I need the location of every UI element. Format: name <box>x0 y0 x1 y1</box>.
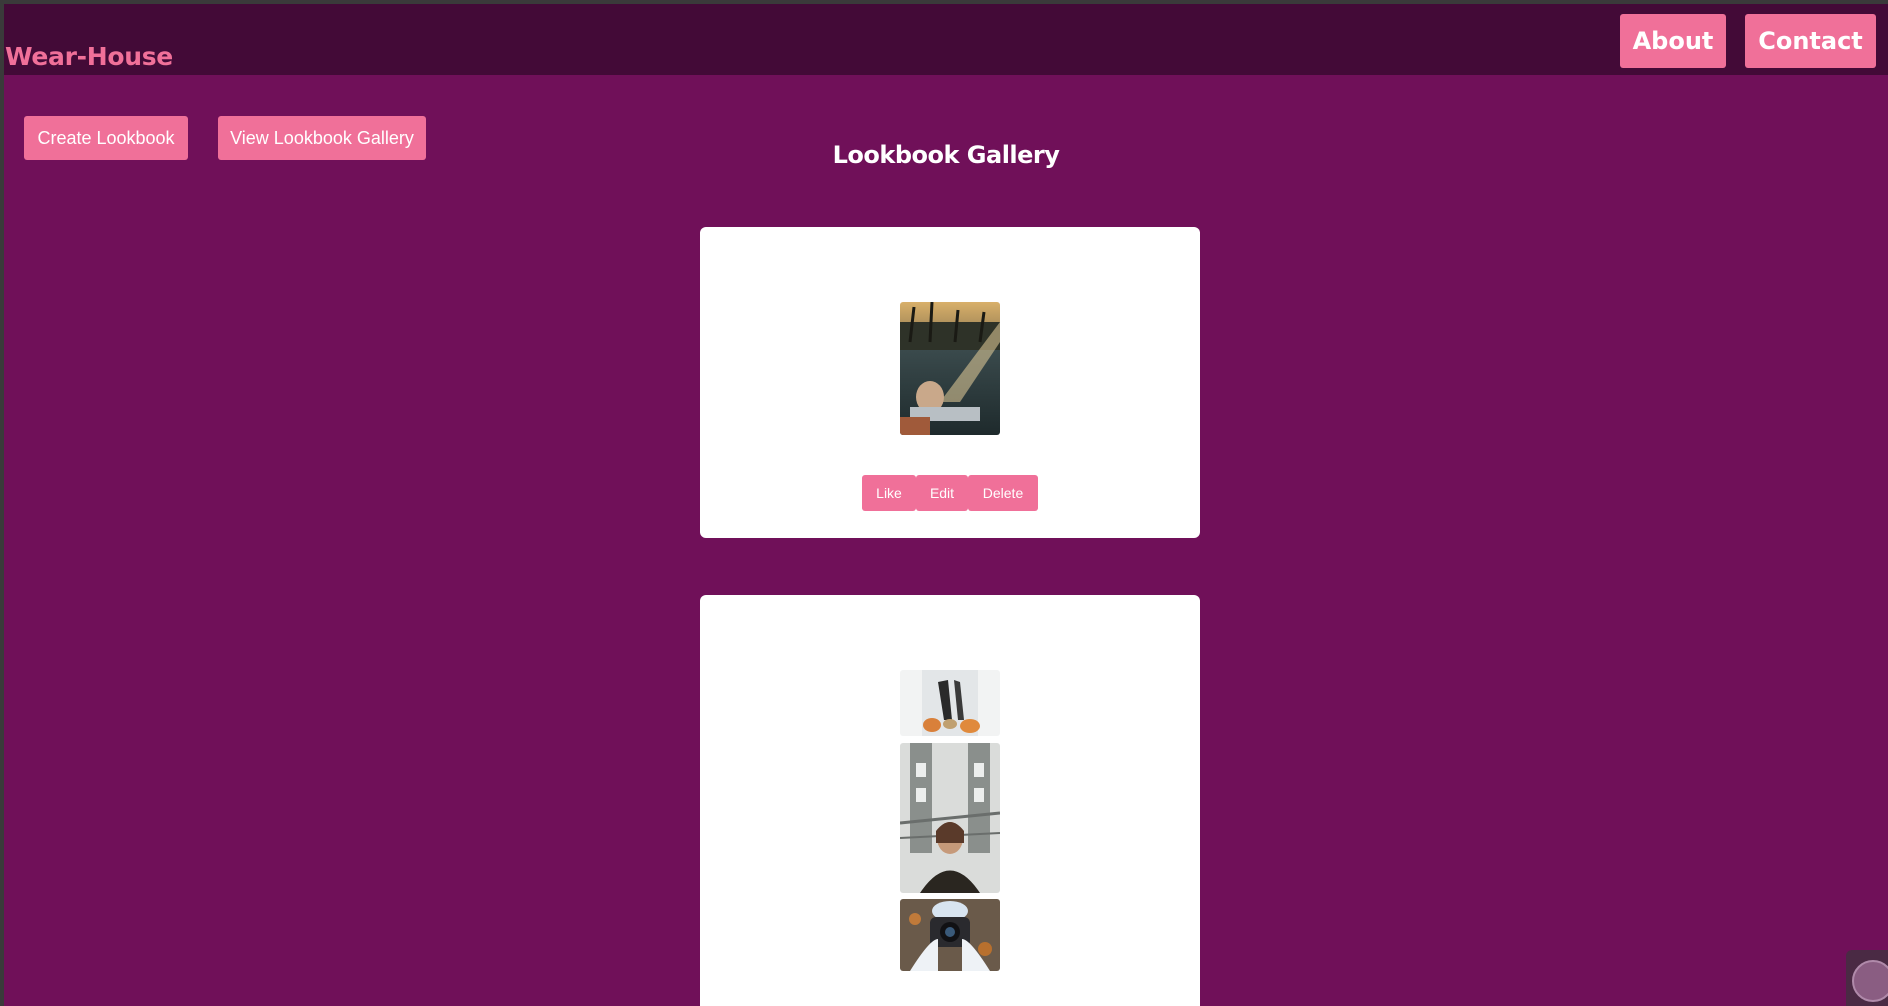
card-actions: Like Edit Delete <box>862 475 1038 511</box>
brand-logo[interactable]: Wear-House <box>5 42 173 71</box>
photo-hands-holding-camera <box>900 899 1000 971</box>
photo-shoes-and-pumpkins <box>900 670 1000 736</box>
photo-woman-by-pool-at-sunset <box>900 302 1000 435</box>
page-title: Lookbook Gallery <box>832 141 1060 169</box>
nav-contact-button[interactable]: Contact <box>1745 14 1876 68</box>
like-button[interactable]: Like <box>862 475 916 511</box>
photo-woman-under-bridge <box>900 743 1000 893</box>
lookbook-card: Like Edit Delete <box>700 227 1200 538</box>
top-navbar: Wear-House About Contact <box>4 4 1888 75</box>
assistant-icon[interactable] <box>1852 960 1888 1002</box>
edit-button[interactable]: Edit <box>916 475 968 511</box>
nav-about-button[interactable]: About <box>1620 14 1726 68</box>
app-window: Wear-House About Contact Create Lookbook… <box>4 4 1888 1006</box>
delete-button[interactable]: Delete <box>968 475 1038 511</box>
lookbook-card <box>700 595 1200 1006</box>
assistant-widget[interactable] <box>1846 950 1888 1006</box>
